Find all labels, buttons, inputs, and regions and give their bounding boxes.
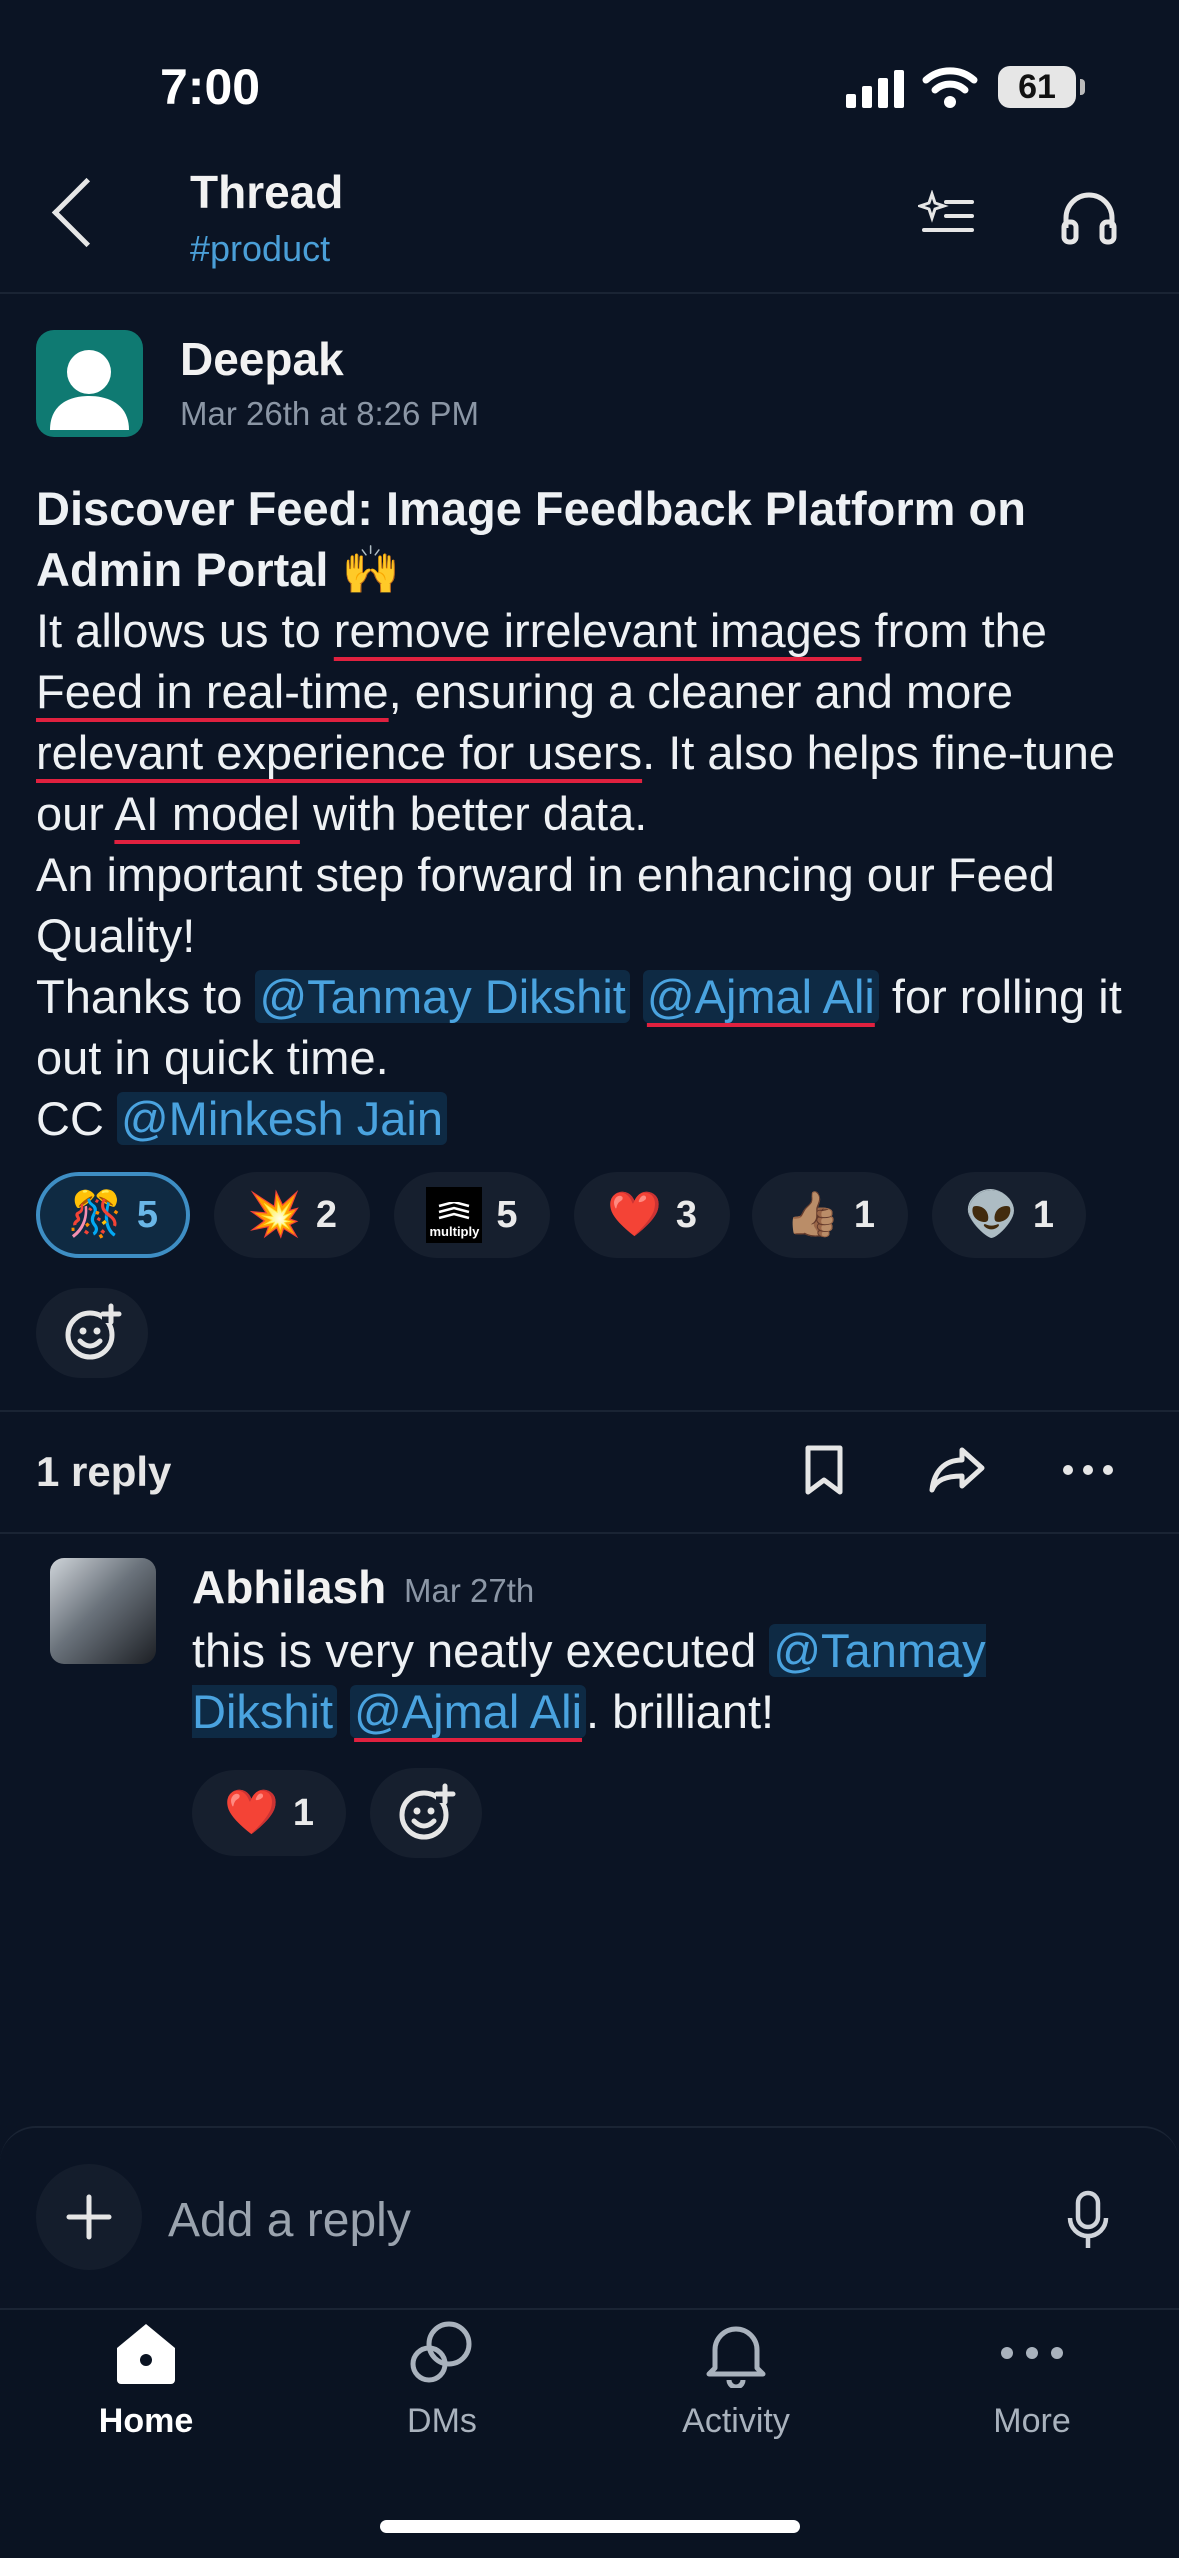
text-segment: AI model [114,787,300,840]
mention-minkesh[interactable]: @Minkesh Jain [116,1092,447,1145]
reaction-thumbsup[interactable]: 👍🏽 1 [752,1172,908,1258]
reply-count: 1 reply [36,1448,172,1495]
post-author[interactable]: Deepak [180,332,344,386]
text-segment: CC [36,1092,117,1145]
ai-summary-icon[interactable] [918,190,974,240]
reaction-count: 1 [1032,1193,1054,1236]
reaction-boom[interactable]: 💥 2 [214,1172,370,1258]
post-title: Discover Feed: Image Feedback Platform o… [36,482,1026,596]
reply-timestamp: Mar 27th [404,1572,535,1609]
add-reaction-button[interactable] [36,1288,148,1378]
reply-reaction-heart[interactable]: ❤️ 1 [192,1770,346,1856]
add-reaction-icon [399,1783,456,1840]
alien-emoji: 👽 [964,1190,1019,1239]
header-divider [0,292,1179,294]
mention-ajmal[interactable]: @Ajmal Ali [350,1685,587,1738]
reply-add-reaction-button[interactable] [370,1768,482,1858]
back-icon[interactable] [51,177,122,248]
share-icon[interactable] [928,1446,986,1494]
reply-body: this is very neatly executed @Tanmay Dik… [192,1620,1092,1742]
mention-tanmay[interactable]: @Tanmay Dikshit [255,970,630,1023]
home-indicator [380,2520,800,2533]
reply-input[interactable] [168,2190,988,2250]
text-segment: Feed in real-time [36,665,389,718]
tab-home[interactable]: Home [46,2318,246,2468]
bookmark-icon[interactable] [804,1444,844,1496]
reaction-heart[interactable]: ❤️ 3 [574,1172,730,1258]
reaction-count: 1 [853,1193,875,1236]
heart-emoji: ❤️ [224,1788,279,1837]
tab-activity[interactable]: Activity [636,2318,836,2468]
tab-dms[interactable]: DMs [342,2318,542,2468]
reaction-alien[interactable]: 👽 1 [932,1172,1086,1258]
reaction-count: 2 [315,1193,337,1236]
avatar[interactable] [36,330,143,437]
post-timestamp: Mar 26th at 8:26 PM [180,395,479,432]
reaction-count: 1 [292,1791,314,1834]
reaction-count: 5 [136,1193,158,1236]
text-segment: It allows us to [36,604,334,657]
confetti-emoji: 🎊 [68,1190,123,1239]
raised-hands-emoji: 🙌 [341,543,401,596]
default-avatar-icon [50,350,129,430]
text-segment: with better data. [299,787,648,840]
text-segment: Thanks to [36,970,256,1023]
mention-ajmal[interactable]: @Ajmal Ali [642,970,879,1023]
reply-author[interactable]: Abhilash [192,1560,386,1614]
text-segment: this is very neatly executed [192,1624,770,1677]
signal-icon [846,70,904,108]
reaction-multiply[interactable]: multiply 5 [394,1172,550,1258]
boom-emoji: 💥 [247,1190,302,1239]
home-icon [117,2324,175,2384]
section-divider [0,1532,1179,1534]
microphone-icon[interactable] [1066,2190,1110,2252]
battery-indicator: 61 [998,66,1085,108]
thumbs-up-emoji: 👍🏽 [785,1190,840,1239]
reply-avatar[interactable] [50,1558,156,1664]
more-options-icon[interactable] [1060,1462,1116,1478]
wifi-icon [922,67,978,108]
headphones-icon[interactable] [1060,190,1118,246]
tab-more[interactable]: More [932,2318,1132,2468]
text-segment: An important step forward in enhancing o… [36,848,1055,962]
more-icon [1001,2347,1063,2359]
bell-icon [706,2326,766,2388]
reaction-count: 3 [675,1193,697,1236]
text-segment: remove irrelevant images [333,604,862,657]
multiply-logo-icon: multiply [426,1187,483,1243]
text-segment: from the [861,604,1047,657]
attach-button[interactable] [36,2164,142,2270]
reaction-count: 5 [496,1193,518,1236]
multiply-label: multiply [429,1224,480,1239]
plus-icon [66,2194,112,2240]
text-segment: . brilliant! [586,1685,775,1738]
section-divider [0,1410,1179,1412]
tab-label: More [993,2402,1071,2440]
reaction-confetti[interactable]: 🎊 5 [36,1172,190,1258]
message-body: Discover Feed: Image Feedback Platform o… [36,478,1146,1149]
dms-icon [410,2321,472,2383]
tab-label: Activity [682,2402,790,2440]
channel-link[interactable]: #product [190,228,330,270]
add-reaction-icon [65,1303,122,1360]
tab-label: DMs [407,2402,477,2440]
text-segment: , ensuring a cleaner and more [388,665,1014,718]
tab-label: Home [98,2402,194,2440]
status-time: 7:00 [160,59,261,115]
text-segment: relevant experience for users [36,726,643,779]
heart-emoji: ❤️ [607,1190,662,1239]
page-title: Thread [190,166,344,218]
